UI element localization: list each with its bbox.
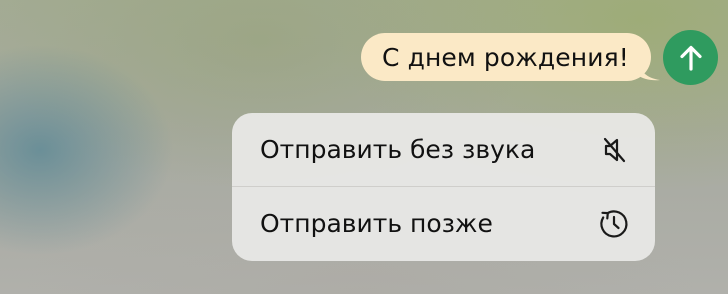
schedule-clock-icon (597, 207, 631, 241)
message-text: С днем рождения! (382, 42, 629, 72)
mute-speaker-icon (597, 133, 631, 167)
menu-item-label: Отправить без звука (260, 135, 536, 164)
bubble-tail (638, 61, 660, 81)
send-options-menu: Отправить без звука Отправить позже (232, 113, 655, 261)
menu-item-label: Отправить позже (260, 209, 493, 238)
outgoing-message-bubble: С днем рождения! (361, 33, 660, 81)
send-button[interactable] (663, 30, 718, 85)
menu-item-send-silently[interactable]: Отправить без звука (232, 113, 655, 186)
arrow-up-icon (679, 45, 702, 71)
menu-item-send-later[interactable]: Отправить позже (232, 187, 655, 260)
